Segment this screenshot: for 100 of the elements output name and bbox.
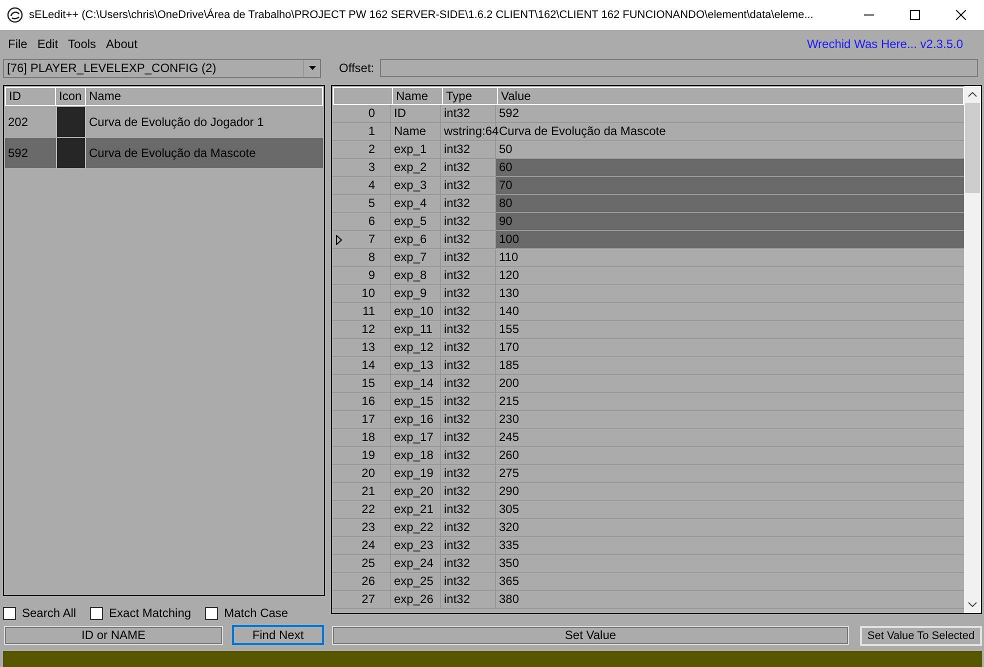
offset-field[interactable] <box>380 59 978 77</box>
checkbox-label[interactable]: Search All <box>22 606 76 620</box>
field-type: int32 <box>441 555 496 572</box>
item-icon <box>56 138 86 168</box>
value-cell[interactable]: 275 <box>496 465 964 482</box>
scroll-down-icon[interactable] <box>968 602 977 607</box>
row-number: 18 <box>360 429 375 446</box>
checkbox[interactable] <box>3 606 16 620</box>
list-row[interactable]: 592 Curva de Evolução da Mascote <box>5 138 323 168</box>
value-cell[interactable]: 70 <box>496 177 964 194</box>
field-name: exp_25 <box>391 573 441 590</box>
field-name: exp_1 <box>391 141 441 158</box>
row-number: 4 <box>367 177 375 194</box>
value-field[interactable]: Set Value <box>332 626 849 645</box>
row-number: 8 <box>367 249 375 266</box>
value-cell[interactable]: 260 <box>496 447 964 464</box>
column-header[interactable]: Name <box>86 88 322 105</box>
field-name: exp_19 <box>391 465 441 482</box>
menu-item[interactable]: Edit <box>32 34 64 52</box>
checkbox[interactable] <box>205 606 218 620</box>
value-cell[interactable]: 335 <box>496 537 964 554</box>
field-type: int32 <box>441 321 496 338</box>
row-number: 1 <box>367 123 375 140</box>
value-cell[interactable]: 120 <box>496 267 964 284</box>
field-type: wstring:64 <box>441 123 496 140</box>
scrollbar-thumb[interactable] <box>965 103 980 193</box>
column-header[interactable]: Value <box>498 88 963 105</box>
value-cell[interactable]: 380 <box>496 591 964 608</box>
menu-item[interactable]: About <box>101 34 142 52</box>
checkbox-label[interactable]: Match Case <box>224 606 288 620</box>
column-header[interactable]: Name <box>393 88 443 105</box>
row-number: 20 <box>360 465 375 482</box>
value-cell[interactable]: 320 <box>496 519 964 536</box>
value-cell[interactable]: 80 <box>496 195 964 212</box>
scroll-up-icon[interactable] <box>968 92 977 97</box>
value-cell[interactable]: 350 <box>496 555 964 572</box>
checkbox[interactable] <box>90 606 104 620</box>
list-selector[interactable]: [76] PLAYER_LEVELEXP_CONFIG (2) <box>3 58 321 78</box>
checkbox-label[interactable]: Exact Matching <box>109 606 192 620</box>
menu-item[interactable]: Tools <box>63 34 102 52</box>
value-cell[interactable]: 305 <box>496 501 964 518</box>
search-field[interactable]: ID or NAME <box>4 626 223 645</box>
value-cell[interactable]: 592 <box>496 105 964 122</box>
close-icon[interactable] <box>956 10 966 20</box>
field-name: exp_11 <box>391 321 441 338</box>
item-name: Curva de Evolução do Jogador 1 <box>88 115 265 129</box>
field-name: exp_14 <box>391 375 441 392</box>
field-type: int32 <box>441 393 496 410</box>
field-name: ID <box>391 105 441 122</box>
value-cell[interactable]: 110 <box>496 249 964 266</box>
field-name: exp_23 <box>391 537 441 554</box>
maximize-icon[interactable] <box>910 10 920 20</box>
row-number: 9 <box>367 267 375 284</box>
field-name: exp_7 <box>391 249 441 266</box>
value-cell[interactable]: 245 <box>496 429 964 446</box>
value-cell[interactable]: 60 <box>496 159 964 176</box>
field-type: int32 <box>441 537 496 554</box>
value-cell[interactable]: 290 <box>496 483 964 500</box>
offset-label: Offset: <box>339 61 374 75</box>
app-logo-icon <box>7 7 23 23</box>
value-cell[interactable]: 200 <box>496 375 964 392</box>
field-name: exp_9 <box>391 285 441 302</box>
row-number: 5 <box>367 195 375 212</box>
field-type: int32 <box>441 573 496 590</box>
field-type: int32 <box>441 267 496 284</box>
column-header[interactable]: Type <box>443 88 498 105</box>
value-cell[interactable]: 140 <box>496 303 964 320</box>
column-header[interactable]: Icon <box>56 88 86 105</box>
value-cell[interactable]: 365 <box>496 573 964 590</box>
value-cell[interactable]: 90 <box>496 213 964 230</box>
row-number: 14 <box>360 357 375 374</box>
field-name: exp_21 <box>391 501 441 518</box>
value-cell[interactable]: 215 <box>496 393 964 410</box>
row-number: 2 <box>367 141 375 158</box>
menu-item[interactable]: File <box>3 34 32 52</box>
field-name: exp_18 <box>391 447 441 464</box>
value-cell[interactable]: 100 <box>496 231 964 248</box>
field-type: int32 <box>441 375 496 392</box>
field-name: exp_5 <box>391 213 441 230</box>
item-id: 202 <box>7 115 30 129</box>
row-number: 21 <box>360 483 375 500</box>
row-number: 17 <box>360 411 375 428</box>
row-number: 13 <box>360 339 375 356</box>
caret-icon <box>308 66 316 70</box>
item-id: 592 <box>7 146 30 160</box>
item-icon <box>56 107 86 137</box>
value-cell[interactable]: 170 <box>496 339 964 356</box>
value-cell[interactable]: 155 <box>496 321 964 338</box>
column-header[interactable]: ID <box>6 88 56 105</box>
find-next-button[interactable]: Find Next <box>232 625 324 645</box>
field-type: int32 <box>441 141 496 158</box>
value-cell[interactable]: 185 <box>496 357 964 374</box>
field-name: exp_3 <box>391 177 441 194</box>
set-selected-button[interactable]: Set Value To Selected <box>860 626 982 646</box>
field-type: int32 <box>441 357 496 374</box>
field-type: int32 <box>441 303 496 320</box>
row-number: 24 <box>360 537 375 554</box>
value-cell[interactable]: 50 <box>496 141 964 158</box>
value-cell[interactable]: 130 <box>496 285 964 302</box>
value-cell[interactable]: 230 <box>496 411 964 428</box>
